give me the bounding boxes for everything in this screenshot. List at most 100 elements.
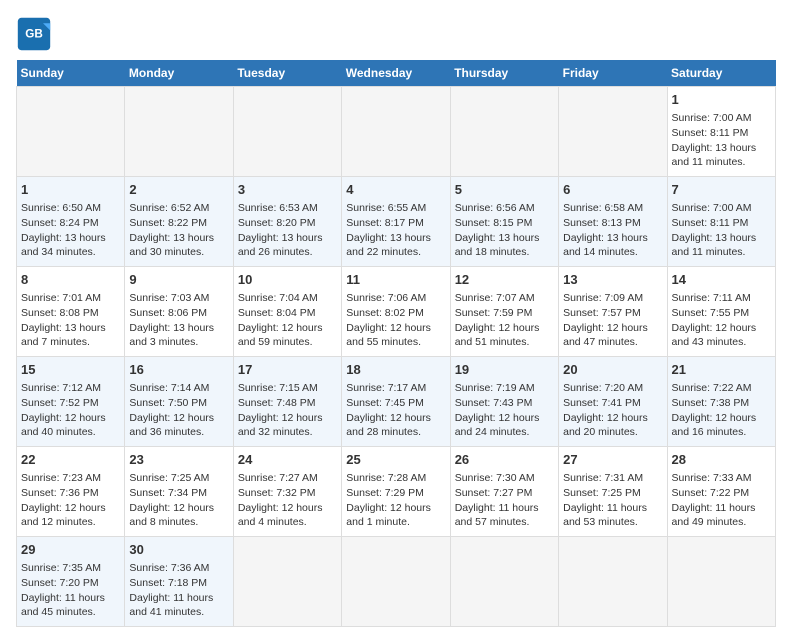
calendar-cell: 1Sunrise: 6:50 AMSunset: 8:24 PMDaylight… [17, 177, 125, 267]
sunset-time: Sunset: 7:45 PM [346, 397, 424, 409]
calendar-week-3: 8Sunrise: 7:01 AMSunset: 8:08 PMDaylight… [17, 267, 776, 357]
sunset-time: Sunset: 7:38 PM [672, 397, 750, 409]
calendar-cell [17, 87, 125, 177]
calendar-cell: 1Sunrise: 7:00 AMSunset: 8:11 PMDaylight… [667, 87, 775, 177]
sunrise-time: Sunrise: 7:28 AM [346, 472, 426, 484]
sunrise-time: Sunrise: 6:50 AM [21, 202, 101, 214]
sunrise-time: Sunrise: 7:17 AM [346, 382, 426, 394]
calendar-cell: 27 Sunrise: 7:31 AM Sunset: 7:25 PM Dayligh… [559, 447, 667, 537]
header-day-wednesday: Wednesday [342, 60, 450, 87]
day-number: 9 [129, 271, 228, 289]
daylight-hours: Daylight: 12 hours and 4 minutes. [238, 502, 323, 529]
day-number: 30 [129, 541, 228, 559]
sunset-time: Sunset: 7:52 PM [21, 397, 99, 409]
calendar-cell: 13Sunrise: 7:09 AMSunset: 7:57 PMDayligh… [559, 267, 667, 357]
sunrise-time: Sunrise: 7:12 AM [21, 382, 101, 394]
calendar-week-5: 22Sunrise: 7:23 AMSunset: 7:36 PMDayligh… [17, 447, 776, 537]
sunrise-time: Sunrise: 7:19 AM [455, 382, 535, 394]
daylight-hours: Daylight: 13 hours and 22 minutes. [346, 232, 431, 259]
header-row: SundayMondayTuesdayWednesdayThursdayFrid… [17, 60, 776, 87]
sunset-time: Sunset: 8:02 PM [346, 307, 424, 319]
calendar-cell [559, 537, 667, 627]
calendar-cell [125, 87, 233, 177]
sunrise-time: Sunrise: 7:20 AM [563, 382, 643, 394]
calendar-week-2: 1Sunrise: 6:50 AMSunset: 8:24 PMDaylight… [17, 177, 776, 267]
calendar-cell [559, 87, 667, 177]
sunrise-time: Sunrise: 7:04 AM [238, 292, 318, 304]
calendar-cell [667, 537, 775, 627]
daylight-hours: Daylight: 12 hours and 36 minutes. [129, 412, 214, 439]
sunrise-time: Sunrise: 7:30 AM [455, 472, 535, 484]
sunset-time: Sunset: 7:34 PM [129, 487, 207, 499]
calendar-cell: 25 Sunrise: 7:28 AM Sunset: 7:29 PM Dayligh… [342, 447, 450, 537]
day-number: 2 [129, 181, 228, 199]
day-number: 4 [346, 181, 445, 199]
sunrise-time: Sunrise: 7:11 AM [672, 292, 751, 304]
sunset-time: Sunset: 7:22 PM [672, 487, 750, 499]
sunset-time: Sunset: 7:25 PM [563, 487, 641, 499]
calendar-cell [342, 537, 450, 627]
calendar-cell: 12Sunrise: 7:07 AMSunset: 7:59 PMDayligh… [450, 267, 558, 357]
daylight-hours: Daylight: 13 hours and 7 minutes. [21, 322, 106, 349]
sunrise-time: Sunrise: 7:23 AM [21, 472, 101, 484]
sunset-time: Sunset: 8:13 PM [563, 217, 641, 229]
day-number: 27 [563, 451, 662, 469]
calendar-cell: 16Sunrise: 7:14 AMSunset: 7:50 PMDayligh… [125, 357, 233, 447]
header-day-sunday: Sunday [17, 60, 125, 87]
day-number: 3 [238, 181, 337, 199]
calendar-cell: 23Sunrise: 7:25 AMSunset: 7:34 PMDayligh… [125, 447, 233, 537]
calendar-cell: 24Sunrise: 7:27 AMSunset: 7:32 PMDayligh… [233, 447, 341, 537]
daylight-hours: Daylight: 12 hours and 24 minutes. [455, 412, 540, 439]
sunrise-time: Sunrise: 7:14 AM [129, 382, 209, 394]
daylight-hours: Daylight: 12 hours and 12 minutes. [21, 502, 106, 529]
sunrise-time: Sunrise: 7:36 AM [129, 562, 209, 574]
day-number: 28 [672, 451, 771, 469]
day-number: 24 [238, 451, 337, 469]
sunrise-time: Sunrise: 7:27 AM [238, 472, 318, 484]
daylight-hours: Daylight: 11 hours and 49 minutes. [672, 502, 756, 529]
day-number: 25 [346, 451, 445, 469]
daylight-hours: Daylight: 12 hours and 40 minutes. [21, 412, 106, 439]
daylight-hours: Daylight: 13 hours and 3 minutes. [129, 322, 214, 349]
header-day-friday: Friday [559, 60, 667, 87]
sunrise-time: Sunrise: 6:58 AM [563, 202, 643, 214]
daylight-hours: Daylight: 12 hours and 55 minutes. [346, 322, 431, 349]
daylight-hours: Daylight: 12 hours and 47 minutes. [563, 322, 648, 349]
sunset-time: Sunset: 8:22 PM [129, 217, 207, 229]
calendar-cell: 10Sunrise: 7:04 AMSunset: 8:04 PMDayligh… [233, 267, 341, 357]
calendar-cell [450, 87, 558, 177]
day-number: 10 [238, 271, 337, 289]
calendar-table: SundayMondayTuesdayWednesdayThursdayFrid… [16, 60, 776, 627]
calendar-cell: 14Sunrise: 7:11 AMSunset: 7:55 PMDayligh… [667, 267, 775, 357]
sunrise-time: Sunrise: 7:09 AM [563, 292, 643, 304]
calendar-cell: 29Sunrise: 7:35 AMSunset: 7:20 PMDayligh… [17, 537, 125, 627]
sunset-time: Sunset: 8:04 PM [238, 307, 316, 319]
day-number: 23 [129, 451, 228, 469]
daylight-hours: Daylight: 12 hours and 1 minute. [346, 502, 431, 529]
sunset-time: Sunset: 7:48 PM [238, 397, 316, 409]
sunrise-time: Sunrise: 6:52 AM [129, 202, 209, 214]
day-number: 15 [21, 361, 120, 379]
logo: GB [16, 16, 56, 52]
daylight-hours: Daylight: 12 hours and 28 minutes. [346, 412, 431, 439]
daylight-hours: Daylight: 13 hours and 18 minutes. [455, 232, 540, 259]
calendar-cell: 2Sunrise: 6:52 AMSunset: 8:22 PMDaylight… [125, 177, 233, 267]
calendar-cell: 18Sunrise: 7:17 AMSunset: 7:45 PMDayligh… [342, 357, 450, 447]
sunset-time: Sunset: 7:41 PM [563, 397, 641, 409]
calendar-cell: 19Sunrise: 7:19 AMSunset: 7:43 PMDayligh… [450, 357, 558, 447]
day-number: 14 [672, 271, 771, 289]
calendar-cell [450, 537, 558, 627]
header-day-thursday: Thursday [450, 60, 558, 87]
calendar-cell: 28Sunrise: 7:33 AMSunset: 7:22 PMDayligh… [667, 447, 775, 537]
daylight-hours: Daylight: 12 hours and 20 minutes. [563, 412, 648, 439]
daylight-hours: Daylight: 13 hours and 11 minutes. [672, 142, 757, 169]
daylight-hours: Daylight: 12 hours and 43 minutes. [672, 322, 757, 349]
sunrise-time: Sunrise: 7:35 AM [21, 562, 101, 574]
sunset-time: Sunset: 8:11 PM [672, 127, 749, 139]
daylight-hours: Daylight: 11 hours and 53 minutes. [563, 502, 647, 529]
sunset-time: Sunset: 7:36 PM [21, 487, 99, 499]
sunset-time: Sunset: 7:29 PM [346, 487, 424, 499]
daylight-hours: Daylight: 13 hours and 34 minutes. [21, 232, 106, 259]
sunrise-time: Sunrise: 7:00 AM [672, 202, 752, 214]
sunrise-time: Sunrise: 7:31 AM [563, 472, 643, 484]
